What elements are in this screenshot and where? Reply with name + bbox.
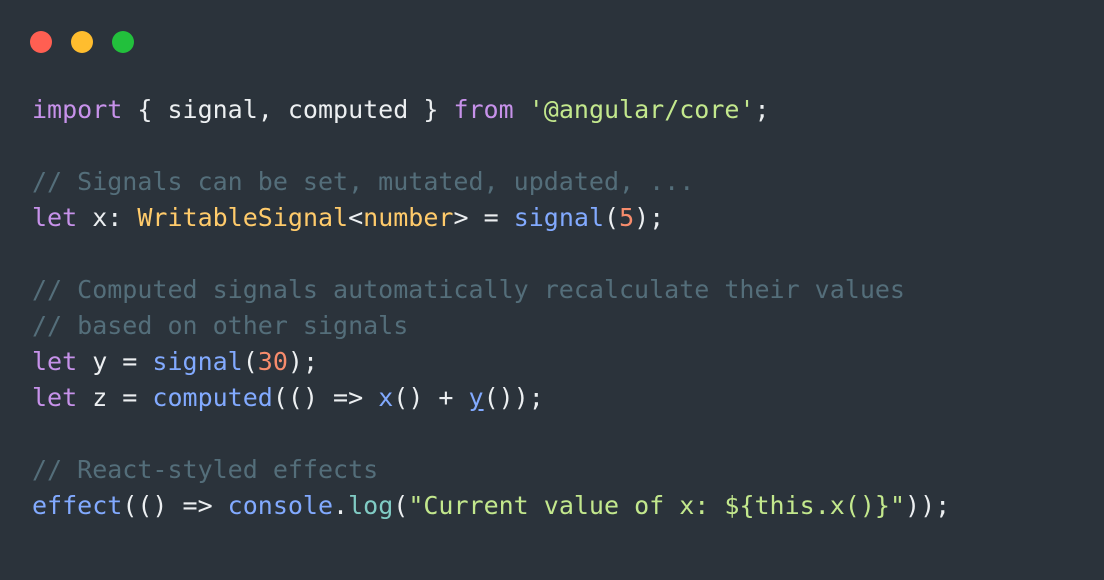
code-token-number: 30 bbox=[257, 347, 288, 376]
code-token-func: signal bbox=[152, 347, 243, 376]
code-token-plain: ( bbox=[242, 347, 258, 376]
code-line: // React-styled effects bbox=[32, 452, 1104, 488]
code-line: let x: WritableSignal<number> = signal(5… bbox=[32, 200, 1104, 236]
code-token-string: '@angular/core' bbox=[528, 95, 755, 124]
code-token-comment: // Signals can be set, mutated, updated,… bbox=[32, 167, 695, 196]
code-editor-area[interactable]: import { signal, computed } from '@angul… bbox=[32, 92, 1104, 580]
code-token-plain: y = bbox=[77, 347, 153, 376]
code-token-plain: (() => bbox=[272, 383, 379, 412]
code-token-plain: > = bbox=[453, 203, 514, 232]
code-token-plain: ( bbox=[393, 491, 409, 520]
minimize-window-button[interactable] bbox=[71, 31, 93, 53]
code-token-type: WritableSignal bbox=[137, 203, 349, 232]
code-token-func: x bbox=[378, 383, 394, 412]
code-token-plain: )); bbox=[905, 491, 951, 520]
code-line: // based on other signals bbox=[32, 308, 1104, 344]
code-token-keyword: let bbox=[32, 383, 78, 412]
code-line: effect(() => console.log("Current value … bbox=[32, 488, 1104, 524]
code-line: // Computed signals automatically recalc… bbox=[32, 272, 1104, 308]
code-token-plain: z = bbox=[77, 383, 153, 412]
code-token-type: number bbox=[363, 203, 454, 232]
code-token-func: computed bbox=[152, 383, 273, 412]
code-token-plain: () + bbox=[393, 383, 469, 412]
code-line: import { signal, computed } from '@angul… bbox=[32, 92, 1104, 128]
code-token-comment: // Computed signals automatically recalc… bbox=[32, 275, 905, 304]
code-snippet-window: import { signal, computed } from '@angul… bbox=[0, 0, 1104, 580]
code-token-plain: { signal, computed } bbox=[122, 95, 454, 124]
code-token-plain: ); bbox=[287, 347, 319, 376]
code-token-plain: < bbox=[348, 203, 364, 232]
code-line: let y = signal(30); bbox=[32, 344, 1104, 380]
code-token-link[interactable]: y bbox=[469, 383, 484, 412]
code-token-func: console bbox=[227, 491, 334, 520]
code-token-string: "Current value of x: ${this.x()}" bbox=[408, 491, 906, 520]
code-token-comment: // based on other signals bbox=[32, 311, 409, 340]
code-token-keyword: let bbox=[32, 347, 78, 376]
code-line: // Signals can be set, mutated, updated,… bbox=[32, 164, 1104, 200]
maximize-window-button[interactable] bbox=[112, 31, 134, 53]
code-token-plain: ); bbox=[634, 203, 665, 232]
code-token-keyword: from bbox=[453, 95, 514, 124]
code-token-plain: (() => bbox=[122, 491, 228, 520]
close-window-button[interactable] bbox=[30, 31, 52, 53]
code-token-plain: ( bbox=[604, 203, 620, 232]
code-line: let z = computed(() => x() + y()); bbox=[32, 380, 1104, 416]
code-token-method: log bbox=[348, 491, 394, 520]
code-token-plain: ; bbox=[754, 95, 770, 124]
code-token-comment: // React-styled effects bbox=[32, 455, 379, 484]
code-token-keyword: import bbox=[32, 95, 123, 124]
code-token-func: signal bbox=[513, 203, 604, 232]
window-titlebar bbox=[0, 0, 1104, 84]
code-token-plain: . bbox=[333, 491, 349, 520]
code-token-keyword: let bbox=[32, 203, 78, 232]
code-token-number: 5 bbox=[619, 203, 635, 232]
code-token-plain: x: bbox=[77, 203, 138, 232]
code-token-plain: ()); bbox=[483, 383, 544, 412]
code-token-func: effect bbox=[32, 491, 123, 520]
